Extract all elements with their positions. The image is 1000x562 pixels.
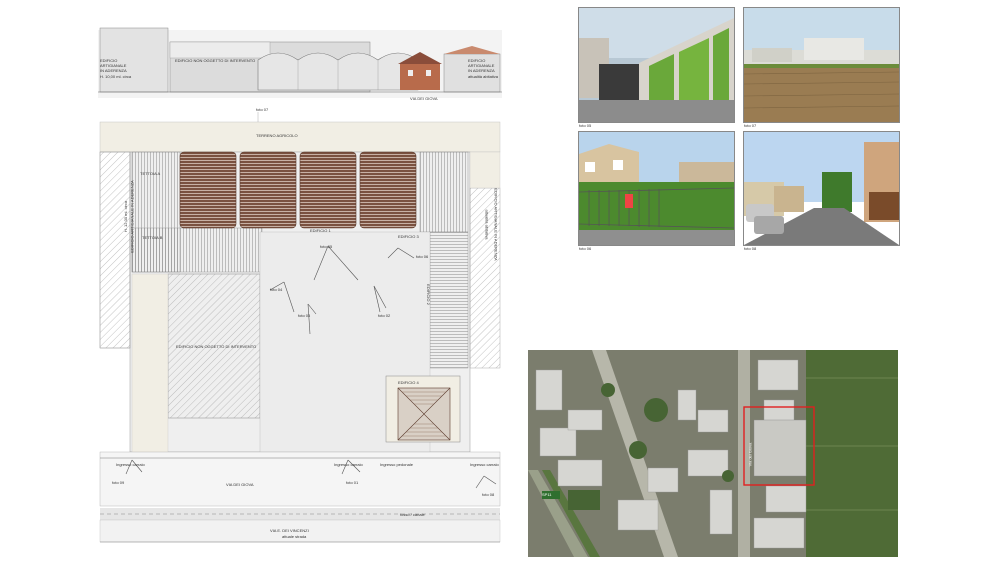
- aerial-road-label: SP11: [542, 492, 552, 497]
- foto-02-label: foto 02: [378, 313, 391, 318]
- ingresso-carraio-3: Ingresso carraio: [470, 462, 499, 467]
- foto-06-label: foto 06: [416, 254, 429, 259]
- photo-06-caption: foto 06: [579, 246, 592, 251]
- road-bottom-sub: attuale strada: [282, 534, 307, 539]
- tettoia-a-label: TETTOIA A: [140, 171, 161, 176]
- photo-08: [743, 131, 900, 246]
- left-side-sub: H. 12,00 ml. circa: [123, 200, 129, 233]
- road-bottom-label: VIA E. DEI VINCENZI: [270, 528, 309, 533]
- photo-06: [578, 131, 735, 246]
- edificio-1-label: EDIFICIO 1: [310, 228, 331, 233]
- foto-09-label: foto 09: [112, 480, 125, 485]
- photo-05-caption: foto 05: [579, 123, 592, 128]
- edificio-3-label: EDIFICIO 3: [398, 234, 419, 239]
- foto-04-label: foto 04: [270, 287, 283, 292]
- foto-top-label: foto 07: [256, 107, 269, 112]
- left-side-label: EDIFICIO ARTIGIANALE IN ADERENZA: [129, 180, 135, 253]
- foto-01-label: foto 01: [346, 480, 359, 485]
- elevation-right-note: attualità abitativa: [468, 74, 499, 79]
- tettoia-b-label: TETTOIA B: [142, 235, 163, 240]
- aerial-street-label: Via dei Giova: [747, 442, 753, 467]
- elevation-center-label: EDIFICIO NON OGGETTO DI INTERVENTO: [175, 58, 256, 63]
- foto-03-label: foto 03: [298, 313, 311, 318]
- site-elevation: [98, 27, 502, 98]
- ingresso-carraio-2: Ingresso carraio: [334, 462, 363, 467]
- elevation-right-label: EDIFICIO ARTIGIANALE IN ADERENZA: [468, 58, 495, 73]
- fosso-label: fosso / canale: [400, 512, 425, 517]
- via-giova-label: VIA DEI GIOVA: [226, 482, 254, 487]
- photo-05: [578, 7, 735, 123]
- aerial-map: [528, 350, 898, 557]
- elevation-street-label: VIA DEI GIOVA: [410, 96, 438, 101]
- photo-08-caption: foto 08: [744, 246, 757, 251]
- edificio-4-label: EDIFICIO 4: [398, 380, 419, 385]
- foto-05-label: foto 05: [320, 244, 333, 249]
- right-side-sub: attualità abitativa: [484, 209, 490, 240]
- ingresso-pedonale: Ingresso pedonale: [380, 462, 413, 467]
- foto-08-label: foto 08: [482, 492, 495, 497]
- elevation-left-label: EDIFICIO ARTIGIANALE IN ADERENZA: [100, 58, 127, 73]
- elevation-left-height: H. 10,00 ml. circa: [100, 74, 132, 79]
- photo-07: [743, 7, 900, 123]
- edificio-2-label: EDIFICIO 2: [425, 284, 431, 305]
- right-side-label: EDIFICIO ARTIGIANALE IN ADERENZA: [493, 188, 499, 261]
- ingresso-carraio-1: Ingresso carraio: [116, 462, 145, 467]
- non-oggetto-label: EDIFICIO NON OGGETTO DI INTERVENTO: [176, 344, 257, 349]
- photo-07-caption: foto 07: [744, 123, 757, 128]
- terreno-label: TERRENO AGRICOLO: [256, 133, 298, 138]
